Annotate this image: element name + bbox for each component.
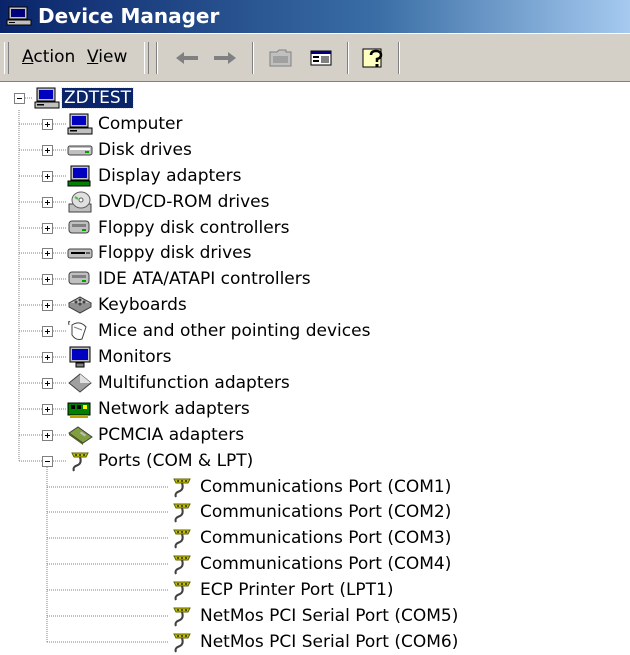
display-adapter-icon [66, 164, 94, 188]
tree-node-label[interactable]: Mice and other pointing devices [96, 321, 372, 341]
port-icon [168, 604, 196, 628]
collapse-toggle[interactable] [42, 456, 53, 467]
tree-node-label[interactable]: Network adapters [96, 399, 252, 419]
tree-node-label[interactable]: Keyboards [96, 295, 189, 315]
keyboard-icon [66, 293, 94, 317]
expand-toggle[interactable] [42, 197, 53, 208]
expand-toggle[interactable] [42, 378, 53, 389]
toolbar-separator [347, 42, 349, 74]
title-bar[interactable]: Device Manager [0, 0, 630, 33]
expand-toggle[interactable] [42, 274, 53, 285]
forward-button[interactable] [210, 44, 240, 72]
back-button[interactable] [172, 44, 202, 72]
toolbar-separator [156, 42, 158, 74]
tree-node-label[interactable]: Monitors [96, 347, 173, 367]
expand-toggle[interactable] [42, 326, 53, 337]
tree-node-label[interactable]: NetMos PCI Serial Port (COM5) [198, 606, 460, 626]
tree-node-label[interactable]: ECP Printer Port (LPT1) [198, 580, 396, 600]
toolbar: Action View [0, 33, 630, 82]
show-hide-tree-button[interactable] [306, 44, 336, 72]
help-button[interactable] [360, 44, 390, 72]
disk-drive-icon [66, 138, 94, 162]
expand-toggle[interactable] [42, 248, 53, 259]
tree-node-label[interactable]: NetMos PCI Serial Port (COM6) [198, 632, 460, 652]
computer-icon [33, 86, 61, 110]
toolbar-separator [252, 42, 254, 74]
port-icon [168, 630, 196, 654]
toolbar-grip[interactable] [4, 42, 9, 74]
expand-toggle[interactable] [42, 119, 53, 130]
mouse-icon [66, 319, 94, 343]
port-icon [168, 552, 196, 576]
tree-node-label[interactable]: Floppy disk controllers [96, 218, 292, 238]
show-hide-tree-icon [310, 50, 332, 66]
menu-action-rest: ction [33, 47, 76, 67]
expand-toggle[interactable] [42, 145, 53, 156]
expand-toggle[interactable] [42, 404, 53, 415]
tree-node-label[interactable]: ZDTEST [60, 87, 135, 109]
toolbar-separator [398, 42, 400, 74]
toolbar-grip[interactable] [144, 42, 149, 74]
menu-view-rest: iew [98, 47, 128, 67]
port-icon [168, 578, 196, 602]
controller-icon [66, 267, 94, 291]
multifunction-icon [66, 371, 94, 395]
controller-icon [66, 216, 94, 240]
tree-node-label[interactable]: Floppy disk drives [96, 243, 253, 263]
tree-node-label[interactable]: Communications Port (COM3) [198, 528, 453, 548]
tree-node-label[interactable]: Computer [96, 114, 185, 134]
up-folder-button[interactable] [266, 44, 296, 72]
tree-node-label[interactable]: Display adapters [96, 166, 243, 186]
port-icon [168, 526, 196, 550]
port-icon [168, 475, 196, 499]
tree-node-label[interactable]: PCMCIA adapters [96, 425, 246, 445]
tree-node-label[interactable]: Multifunction adapters [96, 373, 292, 393]
monitor-icon [66, 345, 94, 369]
expand-toggle[interactable] [42, 430, 53, 441]
expand-toggle[interactable] [42, 300, 53, 311]
tree-node-label[interactable]: DVD/CD-ROM drives [96, 192, 271, 212]
tree-node-label[interactable]: Disk drives [96, 140, 194, 160]
tree-node-label[interactable]: Communications Port (COM2) [198, 502, 453, 522]
computer-icon [66, 112, 94, 136]
expand-toggle[interactable] [42, 352, 53, 363]
tree-node-label[interactable]: Ports (COM & LPT) [96, 451, 255, 471]
menu-view-accel: V [87, 47, 99, 67]
tree-node-label[interactable]: IDE ATA/ATAPI controllers [96, 269, 313, 289]
expand-toggle[interactable] [42, 171, 53, 182]
device-manager-icon [6, 6, 32, 32]
back-icon [176, 52, 198, 64]
tree-node-label[interactable]: Communications Port (COM1) [198, 477, 453, 497]
expand-toggle[interactable] [42, 223, 53, 234]
forward-icon [214, 52, 236, 64]
up-folder-icon [269, 49, 292, 67]
network-card-icon [66, 397, 94, 421]
cdrom-icon [66, 190, 94, 214]
menu-action[interactable]: Action [22, 47, 75, 67]
menu-action-accel: A [22, 47, 34, 67]
floppy-drive-icon [66, 241, 94, 265]
tree-node-label[interactable]: Communications Port (COM4) [198, 554, 453, 574]
window-title: Device Manager [38, 4, 220, 28]
help-icon [362, 48, 383, 68]
port-icon [168, 500, 196, 524]
port-icon [66, 449, 94, 473]
pcmcia-icon [66, 423, 94, 447]
device-tree[interactable]: ZDTEST Computer Disk drives Display adapter… [0, 82, 630, 655]
menu-view[interactable]: View [87, 47, 127, 67]
collapse-toggle[interactable] [14, 93, 25, 104]
